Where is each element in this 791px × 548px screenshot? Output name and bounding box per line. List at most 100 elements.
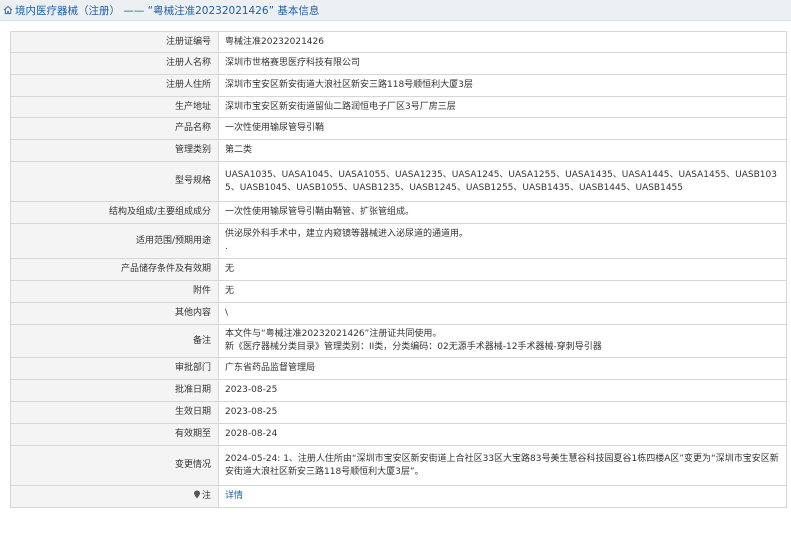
- row-label: 变更情况: [10, 445, 219, 486]
- row-label: 审批部门: [10, 357, 219, 380]
- table-row: 其他内容 \: [10, 302, 787, 325]
- row-label-text: 结构及组成/主要组成成分: [108, 207, 211, 217]
- row-label: 批准日期: [10, 379, 219, 402]
- row-value-text: 广东省药品监督管理局: [225, 363, 316, 373]
- details-link[interactable]: 详情: [225, 491, 243, 501]
- table-row: 生效日期 2023-08-25: [10, 401, 787, 424]
- table-row: 产品名称 一次性使用输尿管导引鞘: [10, 117, 787, 140]
- row-label-text: 其他内容: [174, 308, 211, 318]
- row-value-text: UASA1035、UASA1045、UASA1055、UASA1235、UASA…: [225, 169, 777, 193]
- row-value-text: 2023-08-25: [225, 407, 278, 417]
- row-value-text: 无: [225, 286, 235, 296]
- row-value: 2024-05-24: 1、注册人住所由“深圳市宝安区新安街道上合社区33区大宝…: [218, 445, 787, 486]
- row-label-text: 产品名称: [174, 123, 211, 133]
- row-label: 注册人名称: [10, 52, 219, 75]
- row-label-text: 型号规格: [174, 176, 211, 186]
- page-title: 境内医疗器械（注册） —— “粤械注准20232021426” 基本信息: [15, 4, 320, 17]
- row-value-text: 深圳市世格赛思医疗科技有限公司: [225, 58, 361, 68]
- row-label: 注: [10, 485, 219, 508]
- table-row: 批准日期 2023-08-25: [10, 379, 787, 402]
- table-row: 型号规格 UASA1035、UASA1045、UASA1055、UASA1235、…: [10, 161, 787, 202]
- row-value: 广东省药品监督管理局: [218, 357, 787, 380]
- row-label-text: 管理类别: [174, 145, 211, 155]
- row-value: 深圳市宝安区新安街道留仙二路润恒电子厂区3号厂房三层: [218, 96, 787, 118]
- row-value: \: [218, 302, 787, 325]
- row-label: 其他内容: [10, 302, 219, 325]
- table-row: 注册人名称 深圳市世格赛思医疗科技有限公司: [10, 52, 787, 75]
- row-label-text: 审批部门: [174, 363, 211, 373]
- row-value: 深圳市宝安区新安街道大浪社区新安三路118号顺恒利大厦3层: [218, 74, 787, 97]
- row-value: 详情: [218, 485, 787, 508]
- row-label-text: 注: [201, 491, 211, 501]
- row-label-text: 注册人住所: [165, 80, 211, 90]
- row-value: UASA1035、UASA1045、UASA1055、UASA1235、UASA…: [218, 161, 787, 202]
- row-value: 本文件与“粤械注准20232021426”注册证共同使用。新《医疗器械分类目录》…: [218, 324, 787, 358]
- row-value: 第二类: [218, 139, 787, 162]
- row-value-line: 供泌尿外科手术中，建立内窥镜等器械进入泌尿道的通道用。: [225, 229, 469, 239]
- row-label: 适用范围/预期用途: [10, 223, 219, 259]
- row-value-text: 2024-05-24: 1、注册人住所由“深圳市宝安区新安街道上合社区33区大宝…: [225, 453, 779, 477]
- row-value: 供泌尿外科手术中，建立内窥镜等器械进入泌尿道的通道用。.: [218, 223, 787, 259]
- row-value-line: .: [225, 242, 228, 252]
- row-value-text: 2023-08-25: [225, 385, 278, 395]
- row-value-text: 2028-08-24: [225, 429, 278, 439]
- row-label: 产品名称: [10, 117, 219, 140]
- row-label: 生产地址: [10, 96, 219, 118]
- table-row: 生产地址 深圳市宝安区新安街道留仙二路润恒电子厂区3号厂房三层: [10, 96, 787, 118]
- info-table: 注册证编号 粤械注准20232021426 注册人名称 深圳市世格赛思医疗科技有限公司…: [10, 31, 787, 508]
- row-label: 型号规格: [10, 161, 219, 202]
- row-value: 粤械注准20232021426: [218, 31, 787, 53]
- pin-icon: [193, 490, 200, 499]
- row-value-line: 新《医疗器械分类目录》管理类别：II类，分类编码：02无源手术器械-12手术器械…: [225, 342, 602, 352]
- row-value-text: \: [225, 308, 229, 318]
- row-label: 注册证编号: [10, 31, 219, 53]
- row-value-text: 一次性使用输尿管导引鞘: [225, 123, 325, 133]
- table-row: 结构及组成/主要组成成分 一次性使用输尿管导引鞘由鞘管、扩张管组成。: [10, 201, 787, 224]
- row-value-line: 本文件与“粤械注准20232021426”注册证共同使用。: [225, 329, 442, 339]
- row-label: 注册人住所: [10, 74, 219, 97]
- row-label: 产品储存条件及有效期: [10, 258, 219, 281]
- row-value: 深圳市世格赛思医疗科技有限公司: [218, 52, 787, 75]
- row-label: 备注: [10, 324, 219, 358]
- table-row: 注册人住所 深圳市宝安区新安街道大浪社区新安三路118号顺恒利大厦3层: [10, 74, 787, 97]
- row-value: 一次性使用输尿管导引鞘: [218, 117, 787, 140]
- table-row: 注 详情: [10, 485, 787, 508]
- row-label-text: 生产地址: [174, 101, 211, 112]
- table-row: 变更情况 2024-05-24: 1、注册人住所由“深圳市宝安区新安街道上合社区3…: [10, 445, 787, 486]
- row-value: 无: [218, 280, 787, 303]
- table-row: 管理类别 第二类: [10, 139, 787, 162]
- row-value: 无: [218, 258, 787, 281]
- page-header: 境内医疗器械（注册） —— “粤械注准20232021426” 基本信息: [0, 0, 791, 21]
- row-label-text: 备注: [192, 335, 211, 346]
- row-label-text: 产品储存条件及有效期: [120, 264, 211, 274]
- home-icon: [3, 5, 13, 15]
- table-row: 注册证编号 粤械注准20232021426: [10, 31, 787, 53]
- row-value-text: 第二类: [225, 145, 253, 155]
- row-label-text: 注册证编号: [165, 36, 211, 47]
- row-label: 附件: [10, 280, 219, 303]
- row-label-text: 生效日期: [174, 407, 211, 417]
- row-label: 有效期至: [10, 423, 219, 446]
- row-label-text: 批准日期: [174, 385, 211, 395]
- row-value-text: 无: [225, 264, 235, 274]
- table-row: 审批部门 广东省药品监督管理局: [10, 357, 787, 380]
- row-label-text: 附件: [192, 286, 211, 296]
- row-value: 2023-08-25: [218, 379, 787, 402]
- table-row: 备注 本文件与“粤械注准20232021426”注册证共同使用。 新《医疗器械分类目…: [10, 324, 787, 358]
- row-value-text: 一次性使用输尿管导引鞘由鞘管、扩张管组成。: [225, 207, 415, 217]
- row-value-text: 深圳市宝安区新安街道留仙二路润恒电子厂区3号厂房三层: [225, 101, 456, 112]
- row-label: 生效日期: [10, 401, 219, 424]
- row-label-text: 变更情况: [174, 460, 211, 470]
- row-label-text: 有效期至: [174, 429, 211, 439]
- row-label: 结构及组成/主要组成成分: [10, 201, 219, 224]
- row-value: 一次性使用输尿管导引鞘由鞘管、扩张管组成。: [218, 201, 787, 224]
- table-row: 产品储存条件及有效期 无: [10, 258, 787, 281]
- row-label-text: 适用范围/预期用途: [135, 235, 211, 246]
- row-label-text: 注册人名称: [165, 58, 211, 68]
- row-value: 2023-08-25: [218, 401, 787, 424]
- row-label: 管理类别: [10, 139, 219, 162]
- row-value: 2028-08-24: [218, 423, 787, 446]
- row-value-text: 深圳市宝安区新安街道大浪社区新安三路118号顺恒利大厦3层: [225, 80, 473, 90]
- table-row: 适用范围/预期用途 供泌尿外科手术中，建立内窥镜等器械进入泌尿道的通道用。.: [10, 223, 787, 259]
- table-row: 附件 无: [10, 280, 787, 303]
